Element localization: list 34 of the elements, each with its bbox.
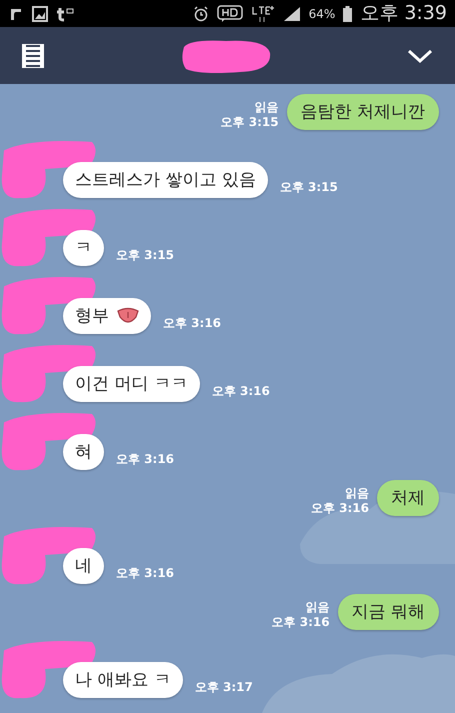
message-time: 오후 3:17 <box>194 679 253 696</box>
read-receipt: 읽음 <box>306 600 330 615</box>
cellular-signal-icon <box>282 6 301 22</box>
tongue-emoticon-icon <box>117 307 139 325</box>
image-icon <box>32 6 48 22</box>
message-time: 오후 3:15 <box>280 179 338 196</box>
lte-signal-icon <box>250 4 275 22</box>
hd-voice-icon <box>216 4 243 22</box>
sent-message-bubble: 지금 뭐해 <box>338 594 439 630</box>
received-message-bubble: 네 <box>63 548 104 584</box>
message-time: 오후 3:15 <box>220 115 279 130</box>
sent-message-bubble: 처제 <box>377 480 439 516</box>
received-message-bubble: 스트레스가 쌓이고 있음 <box>63 162 268 198</box>
received-message-bubble: 나 애봐요 ㅋ <box>63 662 183 698</box>
message-time: 오후 3:16 <box>212 383 270 400</box>
read-receipt: 읽음 <box>254 100 279 115</box>
received-message-bubble: 이건 머디 ㅋㅋ <box>63 366 200 402</box>
battery-icon <box>343 6 352 22</box>
message-time: 오후 3:15 <box>116 247 174 264</box>
menu-button[interactable] <box>22 44 44 68</box>
battery-percent: 64% <box>308 6 336 22</box>
clock: 오후 3:39 <box>360 1 447 26</box>
alarm-icon <box>192 6 209 22</box>
message-time: 오후 3:16 <box>116 565 174 582</box>
message-time: 오후 3:16 <box>272 615 330 630</box>
sent-message-bubble: 음탐한 처제니깐 <box>286 94 439 130</box>
received-message-bubble: 형부 <box>63 298 151 334</box>
received-message-bubble: ㅋ <box>63 230 104 266</box>
message-time: 오후 3:16 <box>163 315 222 332</box>
message-time: 오후 3:16 <box>310 501 369 516</box>
t-app-icon <box>56 6 74 22</box>
read-receipt: 읽음 <box>345 486 369 501</box>
message-time: 오후 3:16 <box>116 451 174 468</box>
received-message-bubble: 혀 <box>63 434 104 470</box>
